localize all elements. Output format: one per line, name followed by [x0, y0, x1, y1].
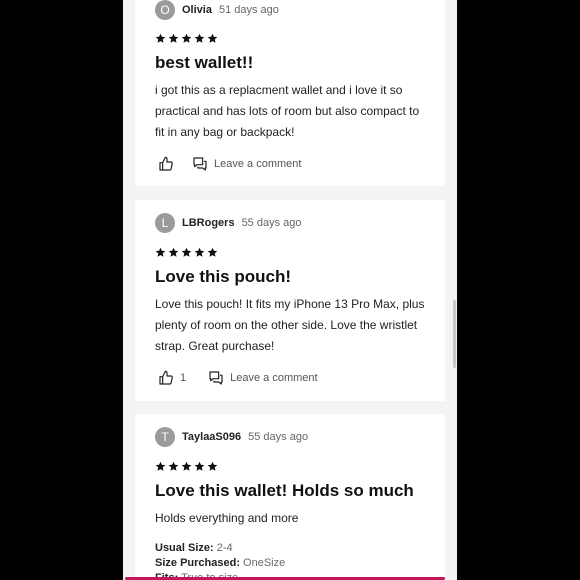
scrollbar-thumb[interactable]: [453, 300, 456, 368]
review-card: O Olivia 51 days ago best wallet!! i got…: [135, 0, 445, 186]
star-rating: [155, 33, 218, 44]
avatar[interactable]: O: [155, 0, 175, 20]
star-icon: [155, 33, 166, 43]
review-title: Love this pouch!: [155, 267, 291, 286]
review-date: 55 days ago: [241, 217, 302, 229]
comment-icon: [209, 371, 223, 385]
leave-comment-label: Leave a comment: [214, 158, 302, 170]
star-icon: [194, 247, 205, 257]
star-icon: [155, 461, 166, 471]
avatar[interactable]: T: [155, 427, 175, 447]
avatar[interactable]: L: [155, 213, 175, 233]
star-icon: [181, 247, 192, 257]
star-icon: [194, 461, 205, 471]
review-actions: Leave a comment: [158, 156, 301, 172]
review-author-row: T TaylaaS096 55 days ago: [155, 427, 308, 447]
review-author-name[interactable]: LBRogers: [182, 217, 235, 229]
like-count: 1: [180, 372, 187, 384]
review-actions: 1 Leave a comment: [158, 370, 318, 386]
review-card: T TaylaaS096 55 days ago Love this walle…: [135, 414, 445, 580]
thumbs-up-icon[interactable]: [158, 370, 174, 386]
star-icon: [181, 33, 192, 43]
spec-value: 2-4: [216, 542, 233, 554]
leave-comment-button[interactable]: Leave a comment: [192, 156, 301, 172]
review-title: Love this wallet! Holds so much: [155, 481, 414, 500]
star-icon: [194, 33, 205, 43]
size-purchased-spec: Size Purchased: OneSize: [155, 557, 285, 569]
spec-value: OneSize: [243, 557, 286, 569]
star-icon: [168, 33, 179, 43]
review-title: best wallet!!: [155, 53, 254, 72]
review-card: L LBRogers 55 days ago Love this pouch! …: [135, 200, 445, 401]
review-body: Holds everything and more: [155, 511, 299, 525]
thumbs-up-icon[interactable]: [158, 156, 174, 172]
review-author-name[interactable]: TaylaaS096: [182, 431, 241, 443]
spec-label: Usual Size:: [155, 542, 214, 554]
review-body: i got this as a replacment wallet and i …: [155, 83, 420, 139]
star-icon: [168, 247, 179, 257]
star-icon: [207, 33, 218, 43]
leave-comment-label: Leave a comment: [230, 372, 318, 384]
star-icon: [181, 461, 192, 471]
spec-label: Size Purchased:: [155, 557, 240, 569]
star-rating: [155, 247, 218, 258]
review-author-row: L LBRogers 55 days ago: [155, 213, 302, 233]
review-date: 51 days ago: [218, 4, 279, 16]
review-date: 55 days ago: [248, 431, 309, 443]
star-icon: [155, 247, 166, 257]
star-icon: [168, 461, 179, 471]
star-icon: [207, 247, 218, 257]
star-rating: [155, 461, 218, 472]
review-author-name[interactable]: Olivia: [182, 4, 212, 16]
review-body: Love this pouch! It fits my iPhone 13 Pr…: [155, 297, 425, 353]
comment-icon: [193, 157, 207, 171]
usual-size-spec: Usual Size: 2-4: [155, 542, 233, 554]
leave-comment-button[interactable]: Leave a comment: [208, 370, 318, 386]
review-author-row: O Olivia 51 days ago: [155, 0, 279, 20]
star-icon: [207, 461, 218, 471]
reviews-feed[interactable]: O Olivia 51 days ago best wallet!! i got…: [123, 0, 457, 580]
